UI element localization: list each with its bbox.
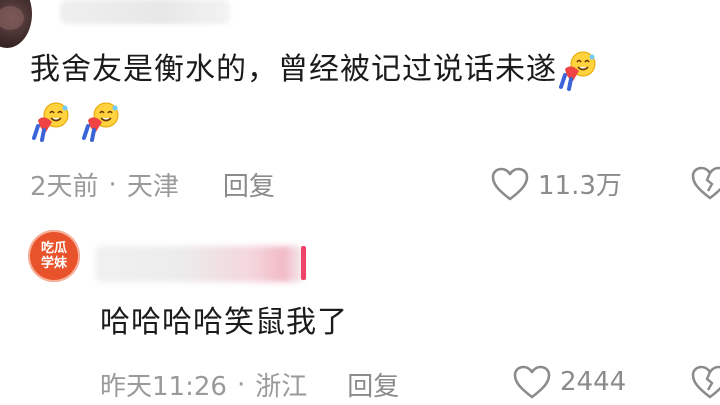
bowing-face-emoji-icon: [80, 100, 124, 144]
heart-outline-icon: [512, 364, 552, 400]
commenter-avatar[interactable]: [0, 0, 32, 48]
like-button[interactable]: 11.3万: [490, 165, 622, 202]
broken-heart-icon: [690, 365, 720, 404]
commenter-name-redacted: [60, 0, 230, 24]
avatar-text-line2: 学妹: [40, 256, 67, 271]
meta-separator: ·: [108, 169, 117, 200]
reply-avatar[interactable]: 吃瓜 学妹: [28, 230, 80, 282]
comment-text: 我舍友是衡水的，曾经被记过说话未遂: [30, 48, 720, 93]
avatar-text-line1: 吃瓜: [40, 241, 67, 256]
dislike-button[interactable]: [690, 165, 720, 205]
comment-meta: 2天前 · 天津 回复: [30, 166, 275, 203]
name-highlight-bar: [301, 246, 306, 280]
reply-like-button[interactable]: 2444: [512, 364, 626, 400]
bowing-face-emoji-icon: [30, 100, 74, 144]
meta-separator: ·: [236, 369, 246, 400]
broken-heart-icon: [690, 166, 720, 205]
reply-text: 哈哈哈哈笑鼠我了: [100, 305, 348, 340]
bowing-face-emoji-icon: [557, 49, 601, 93]
comment-time: 2天前: [30, 172, 99, 202]
reply-time: 昨天11:26: [100, 372, 227, 402]
heart-outline-icon: [490, 166, 530, 202]
emoji-row: [30, 100, 124, 144]
reply-meta: 昨天11:26 · 浙江 回复: [100, 366, 399, 403]
reply-like-count: 2444: [560, 367, 627, 397]
reply-dislike-button[interactable]: [690, 364, 720, 404]
reply-button[interactable]: 回复: [347, 366, 399, 403]
reply-name-redacted: [95, 246, 305, 282]
comment-location: 天津: [126, 172, 179, 202]
like-count: 11.3万: [538, 171, 622, 201]
reply-button[interactable]: 回复: [223, 166, 275, 203]
comment-text-content: 我舍友是衡水的，曾经被记过说话未遂: [30, 52, 557, 87]
reply-location: 浙江: [255, 372, 308, 402]
